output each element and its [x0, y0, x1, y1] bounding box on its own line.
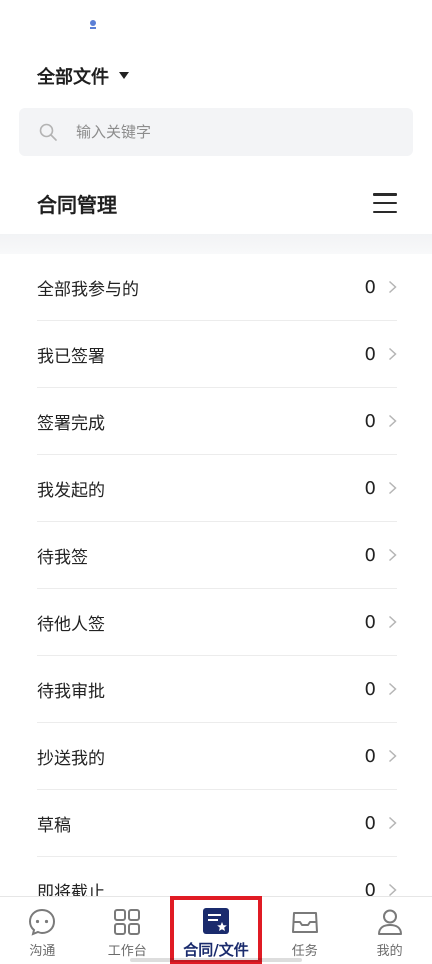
list-item-signing-complete[interactable]: 签署完成 0 — [37, 388, 397, 455]
app-status-icon — [90, 20, 96, 29]
section-header: 合同管理 — [37, 186, 397, 220]
list-item-label: 签署完成 — [37, 413, 105, 434]
search-icon — [39, 123, 57, 141]
list-item-signed-by-me[interactable]: 我已签署 0 — [37, 321, 397, 388]
grid-icon — [114, 909, 141, 935]
list-item-cc-to-me[interactable]: 抄送我的 0 — [37, 723, 397, 790]
tab-chat[interactable]: 沟通 — [0, 897, 85, 964]
chevron-right-icon — [388, 414, 397, 428]
list-item-drafts[interactable]: 草稿 0 — [37, 790, 397, 857]
list-item-count: 0 — [364, 276, 376, 298]
folder-selector-label: 全部文件 — [37, 67, 109, 88]
tab-label: 我的 — [376, 944, 403, 959]
search-input[interactable] — [76, 123, 376, 141]
tab-tasks[interactable]: 任务 — [262, 897, 347, 964]
search-bar[interactable] — [19, 108, 413, 156]
tab-label: 沟通 — [29, 944, 56, 959]
list-item-count: 0 — [364, 544, 376, 566]
list-item-count: 0 — [364, 745, 376, 767]
list-item-awaiting-others-signature[interactable]: 待他人签 0 — [37, 589, 397, 656]
list-item-awaiting-my-signature[interactable]: 待我签 0 — [37, 522, 397, 589]
list-item-label: 草稿 — [37, 815, 71, 836]
list-item-count: 0 — [364, 343, 376, 365]
chat-icon — [29, 908, 56, 936]
list-item-label: 我已签署 — [37, 346, 105, 367]
list-item-count: 0 — [364, 812, 376, 834]
chevron-right-icon — [388, 481, 397, 495]
list-item-label: 我发起的 — [37, 480, 105, 501]
section-title: 合同管理 — [37, 192, 117, 217]
tab-label: 合同/文件 — [183, 941, 249, 959]
list-item-label: 待我审批 — [37, 681, 105, 702]
contract-category-list: 全部我参与的 0 我已签署 0 签署完成 0 我发起的 0 待我签 0 待他人签… — [0, 254, 432, 924]
tab-me[interactable]: 我的 — [347, 897, 432, 964]
tab-label: 任务 — [291, 944, 318, 959]
bottom-tab-bar: 沟通 工作台 合同/文件 任务 我的 — [0, 896, 432, 964]
list-item-count: 0 — [364, 611, 376, 633]
chevron-right-icon — [388, 883, 397, 897]
chevron-right-icon — [388, 280, 397, 294]
menu-icon[interactable] — [373, 193, 397, 213]
list-item-label: 全部我参与的 — [37, 279, 139, 300]
list-item-count: 0 — [364, 410, 376, 432]
list-item-all-participated[interactable]: 全部我参与的 0 — [37, 254, 397, 321]
chevron-right-icon — [388, 347, 397, 361]
contract-management-screen: 全部文件 合同管理 全部我参与的 0 我已签署 0 签署完成 0 — [0, 0, 432, 964]
person-icon — [377, 909, 402, 935]
list-item-count: 0 — [364, 477, 376, 499]
tab-contracts-files[interactable]: 合同/文件 — [169, 896, 263, 964]
list-item-label: 抄送我的 — [37, 748, 105, 769]
section-divider — [0, 234, 432, 254]
tab-workbench[interactable]: 工作台 — [85, 897, 170, 964]
list-item-label: 待他人签 — [37, 614, 105, 635]
list-item-label: 待我签 — [37, 547, 88, 568]
folder-selector[interactable]: 全部文件 — [37, 62, 129, 90]
list-item-count: 0 — [364, 678, 376, 700]
contract-icon — [202, 908, 229, 934]
chevron-right-icon — [388, 816, 397, 830]
inbox-icon — [291, 912, 318, 933]
chevron-right-icon — [388, 548, 397, 562]
list-item-awaiting-my-approval[interactable]: 待我审批 0 — [37, 656, 397, 723]
chevron-right-icon — [388, 615, 397, 629]
home-indicator — [130, 958, 302, 962]
list-item-initiated-by-me[interactable]: 我发起的 0 — [37, 455, 397, 522]
chevron-right-icon — [388, 749, 397, 763]
caret-down-icon — [119, 71, 129, 79]
tab-label: 工作台 — [107, 944, 147, 959]
chevron-right-icon — [388, 682, 397, 696]
